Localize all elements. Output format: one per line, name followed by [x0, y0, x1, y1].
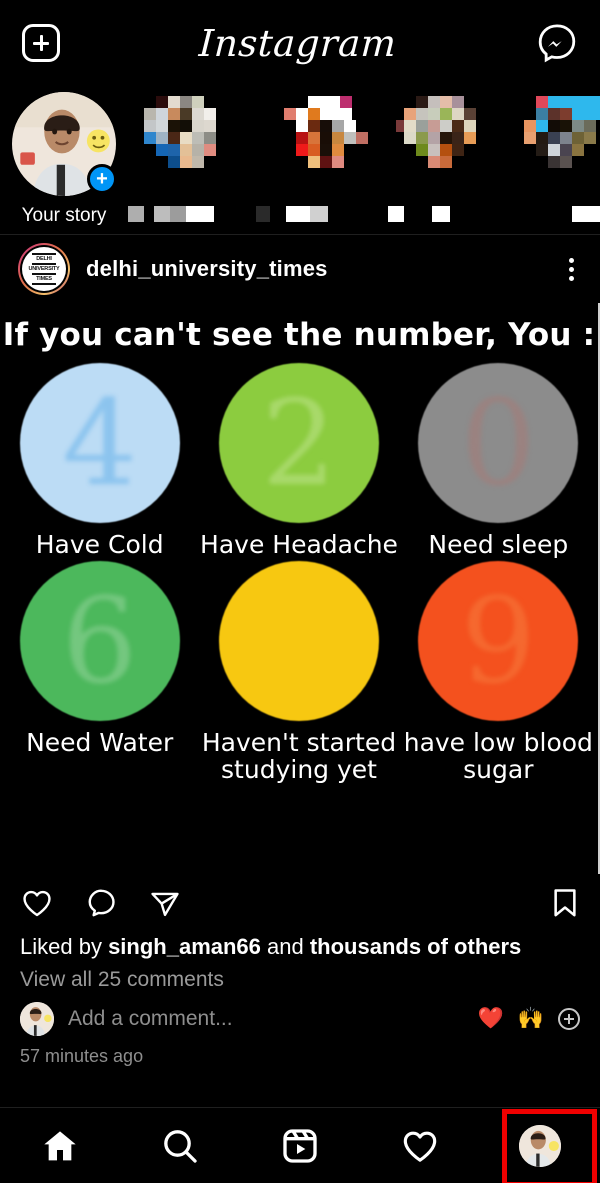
media-cell-0: 4 Have Cold: [0, 363, 199, 559]
nav-activity[interactable]: [365, 1108, 475, 1183]
story-item-censored-4[interactable]: [512, 92, 600, 222]
app-header: Instagram: [0, 0, 600, 86]
color-circle: 0: [418, 363, 579, 523]
censored-label-blocks: [128, 206, 214, 222]
logo-line-3: TIMES: [36, 276, 52, 283]
current-user-avatar: [20, 1001, 54, 1036]
circle-label: have low blood sugar: [403, 727, 593, 784]
likes-middle: and: [260, 934, 310, 959]
likes-others[interactable]: thousands of others: [310, 934, 521, 959]
story-label: Your story: [21, 205, 107, 226]
color-circle: 2: [218, 363, 379, 523]
quick-reaction-hands[interactable]: 🙌: [518, 1007, 544, 1031]
logo-line-2: UNIVERSITY: [28, 265, 60, 272]
media-cell-1: 2 Have Headache: [199, 363, 398, 559]
dut-logo: DELHI UNIVERSITY TIMES: [28, 252, 60, 287]
page-title: Instagram: [198, 21, 398, 65]
plus-circle-icon[interactable]: [558, 1007, 580, 1030]
post-author-username[interactable]: delhi_university_times: [86, 256, 545, 282]
likes-username[interactable]: singh_aman66: [108, 934, 261, 959]
post-caption-area: Liked by singh_aman66 and thousands of o…: [0, 932, 600, 992]
likes-prefix: Liked by: [20, 934, 109, 959]
heart-icon: [403, 1131, 437, 1162]
bottom-navigation: [0, 1107, 600, 1183]
story-item-censored-1[interactable]: [128, 92, 256, 222]
censored-story-label: [256, 206, 384, 222]
profile-avatar-image: [519, 1124, 561, 1167]
color-circle: 4: [19, 363, 180, 523]
post-media[interactable]: If you can't see the number, You : 4 Hav…: [0, 303, 600, 874]
color-circle: 6: [19, 560, 180, 721]
add-comment-row[interactable]: Add a comment... ❤️ 🙌: [0, 992, 600, 1036]
plus-square-icon: [22, 24, 60, 62]
censored-story-avatar: [140, 92, 244, 196]
censored-story-label: [384, 206, 512, 222]
messenger-icon: [538, 24, 576, 63]
censored-label-blocks: [572, 206, 600, 222]
bookmark-icon[interactable]: [550, 886, 580, 920]
media-cell-5: 9 have low blood sugar: [399, 560, 598, 784]
censored-story-avatar: [396, 92, 500, 196]
circle-label: Have Cold: [35, 530, 164, 559]
censored-label-blocks: [256, 206, 328, 222]
comment-input[interactable]: Add a comment...: [68, 1007, 464, 1031]
media-circle-grid: 4 Have Cold 2 Have Headache 0 Need sleep…: [0, 363, 598, 783]
circle-label: Need sleep: [428, 530, 569, 559]
nav-home[interactable]: [5, 1108, 115, 1183]
nav-reels[interactable]: [245, 1108, 355, 1183]
circle-label: Need Water: [26, 727, 174, 757]
censored-story-avatar: [268, 92, 372, 196]
nav-search[interactable]: [125, 1108, 235, 1183]
circle-number: 4: [62, 374, 138, 512]
view-all-comments-link[interactable]: View all 25 comments: [20, 968, 580, 992]
circle-number: 0: [460, 374, 536, 512]
censored-label-blocks: [388, 206, 450, 222]
circle-label: Have Headache: [200, 530, 398, 559]
current-user-avatar-image: [20, 1001, 54, 1036]
add-to-story-badge[interactable]: +: [87, 164, 117, 194]
avatar-image: DELHI UNIVERSITY TIMES: [22, 247, 66, 291]
home-icon: [44, 1130, 76, 1160]
media-cell-3: 6 Need Water: [0, 560, 199, 784]
messenger-button[interactable]: [536, 22, 578, 64]
post-timestamp: 57 minutes ago: [20, 1045, 144, 1066]
color-circle: [218, 560, 379, 721]
color-circle: 9: [418, 560, 579, 721]
heart-icon[interactable]: [20, 886, 54, 920]
logo-line-1: DELHI: [36, 255, 52, 262]
censored-story-label: [128, 206, 256, 222]
media-headline: If you can't see the number, You :: [2, 317, 596, 353]
censored-story-label: [512, 206, 600, 222]
likes-summary: Liked by singh_aman66 and thousands of o…: [20, 932, 580, 962]
quick-reaction-heart[interactable]: ❤️: [478, 1007, 504, 1031]
post-actions: [0, 874, 600, 932]
search-icon: [164, 1129, 197, 1163]
post-author-avatar[interactable]: DELHI UNIVERSITY TIMES: [18, 243, 70, 295]
stories-tray[interactable]: + Your story: [0, 86, 600, 234]
more-options-icon[interactable]: [561, 252, 582, 287]
instagram-feed-screen: Instagram + Your story DELHI UNIVERSITY …: [0, 0, 600, 1183]
story-your-story[interactable]: + Your story: [0, 92, 128, 227]
reels-icon: [283, 1128, 317, 1163]
story-item-censored-3[interactable]: [384, 92, 512, 222]
story-item-censored-2[interactable]: [256, 92, 384, 222]
comment-icon[interactable]: [84, 886, 118, 920]
circle-number: 6: [62, 571, 138, 710]
new-post-button[interactable]: [22, 24, 60, 62]
media-cell-2: 0 Need sleep: [399, 363, 598, 559]
post-header: DELHI UNIVERSITY TIMES delhi_university_…: [0, 235, 600, 303]
circle-number: 2: [261, 374, 337, 512]
media-cell-4: Haven't started studying yet: [199, 560, 398, 784]
nav-profile[interactable]: [485, 1108, 595, 1183]
censored-story-avatar: [524, 92, 600, 196]
share-icon[interactable]: [148, 886, 182, 920]
circle-number: 9: [460, 571, 536, 710]
circle-label: Haven't started studying yet: [201, 727, 397, 784]
profile-avatar: [519, 1124, 561, 1167]
